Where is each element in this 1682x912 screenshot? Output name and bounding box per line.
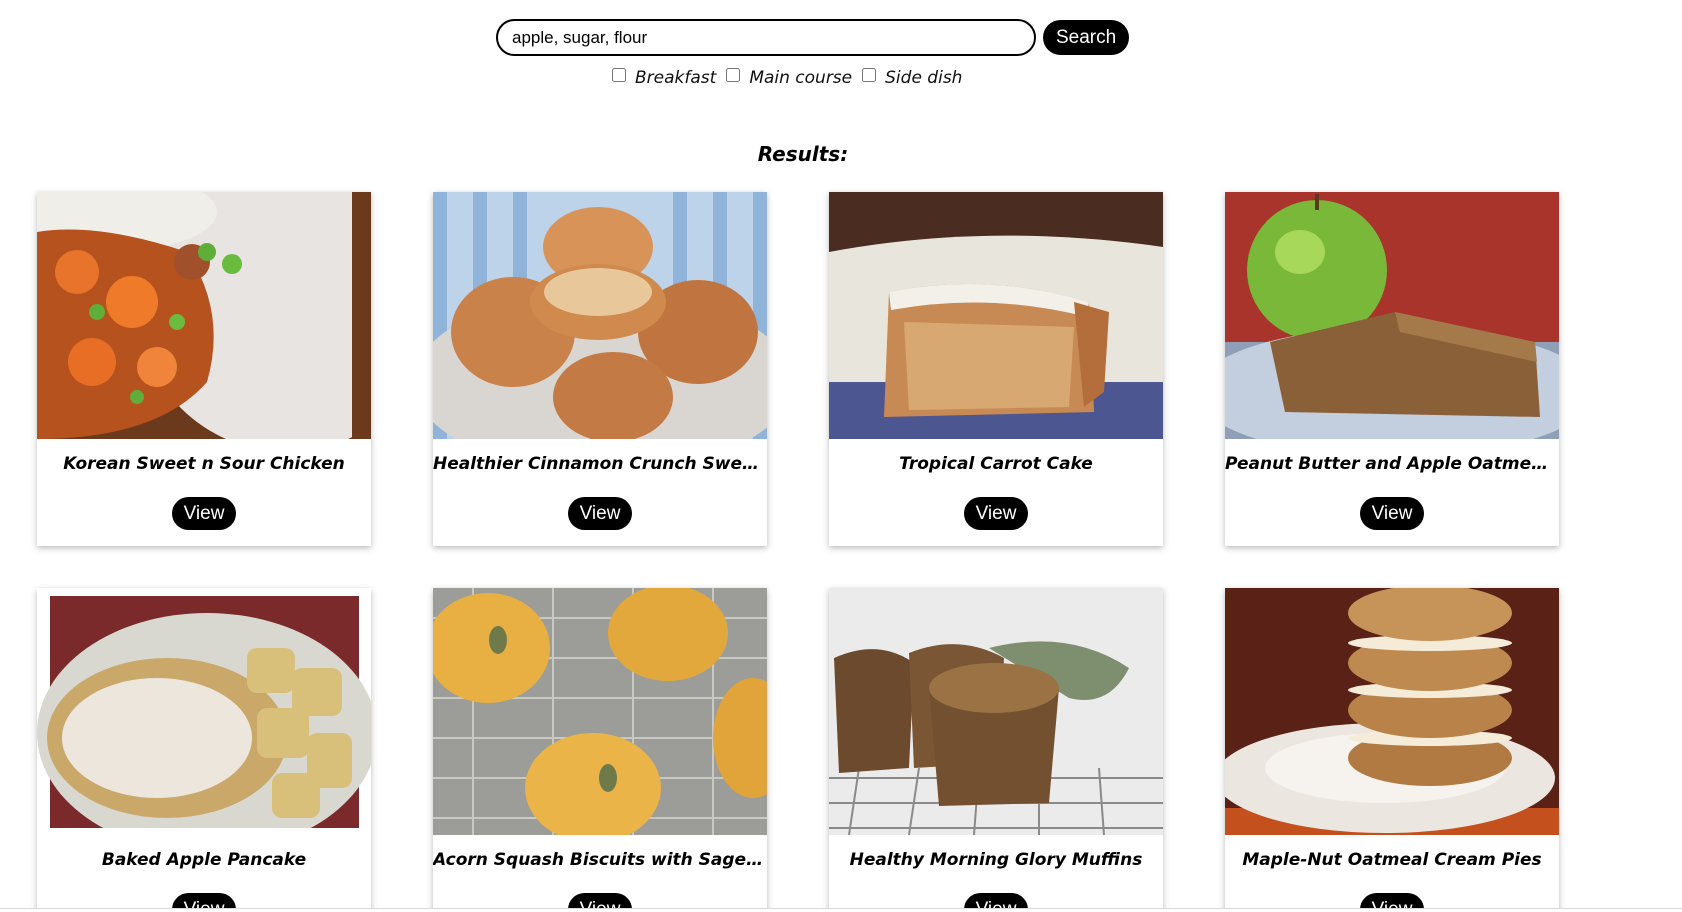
apple-pancake-photo[interactable]	[37, 588, 371, 835]
recipe-title[interactable]: Korean Sweet n Sour Chicken	[37, 454, 371, 474]
recipe-title[interactable]: Healthy Morning Glory Muffins	[829, 850, 1163, 870]
cinnamon-muffins-photo[interactable]	[433, 192, 767, 439]
filter-main-course[interactable]: Main course	[726, 68, 852, 88]
recipe-card: Peanut Butter and Apple Oatmeal Breakfas…	[1225, 192, 1559, 546]
apple-oatmeal-bar-photo[interactable]	[1225, 192, 1559, 439]
recipe-title[interactable]: Tropical Carrot Cake	[829, 454, 1163, 474]
recipe-card: Tropical Carrot Cake View	[829, 192, 1163, 546]
filter-label: Main course	[749, 68, 853, 88]
recipe-card: Maple-Nut Oatmeal Cream Pies View	[1225, 588, 1559, 912]
main-course-checkbox[interactable]	[726, 68, 741, 82]
squash-biscuits-photo[interactable]	[433, 588, 767, 835]
side-dish-checkbox[interactable]	[862, 68, 877, 82]
search-button[interactable]: Search	[1043, 20, 1130, 55]
recipe-title[interactable]: Peanut Butter and Apple Oatmeal Breakfas…	[1225, 454, 1559, 474]
sweet-sour-chicken-photo[interactable]	[37, 192, 371, 439]
recipe-title[interactable]: Maple-Nut Oatmeal Cream Pies	[1225, 850, 1559, 870]
recipe-card: Korean Sweet n Sour Chicken View	[37, 192, 371, 546]
filter-label: Side dish	[885, 68, 963, 88]
recipe-card: Baked Apple Pancake View	[37, 588, 371, 912]
oatmeal-cream-pies-photo[interactable]	[1225, 588, 1559, 835]
filter-label: Breakfast	[635, 68, 717, 88]
view-button[interactable]: View	[964, 497, 1028, 530]
page-bottom-edge	[0, 908, 1682, 912]
meal-type-filters: Breakfast Main course Side dish	[612, 68, 972, 88]
view-button[interactable]: View	[172, 497, 236, 530]
view-button[interactable]: View	[1360, 497, 1424, 530]
recipe-card: Acorn Squash Biscuits with Sage & Gruyer…	[433, 588, 767, 912]
recipe-card: Healthier Cinnamon Crunch Sweet Potato M…	[433, 192, 767, 546]
recipe-title[interactable]: Acorn Squash Biscuits with Sage & Gruyer…	[433, 850, 767, 870]
view-button[interactable]: View	[568, 497, 632, 530]
results-heading: Results:	[757, 142, 849, 166]
morning-glory-muffins-photo[interactable]	[829, 588, 1163, 835]
recipe-title[interactable]: Healthier Cinnamon Crunch Sweet Potato M…	[433, 454, 767, 474]
search-input[interactable]	[496, 19, 1036, 56]
recipe-card: Healthy Morning Glory Muffins View	[829, 588, 1163, 912]
filter-breakfast[interactable]: Breakfast	[612, 68, 716, 88]
breakfast-checkbox[interactable]	[612, 68, 626, 82]
carrot-cake-photo[interactable]	[829, 192, 1163, 439]
recipe-title[interactable]: Baked Apple Pancake	[37, 850, 371, 870]
recipe-search-page: Search Breakfast Main course Side dish R…	[0, 0, 1682, 912]
search-bar: Search	[496, 19, 1130, 56]
filter-side-dish[interactable]: Side dish	[862, 68, 962, 88]
